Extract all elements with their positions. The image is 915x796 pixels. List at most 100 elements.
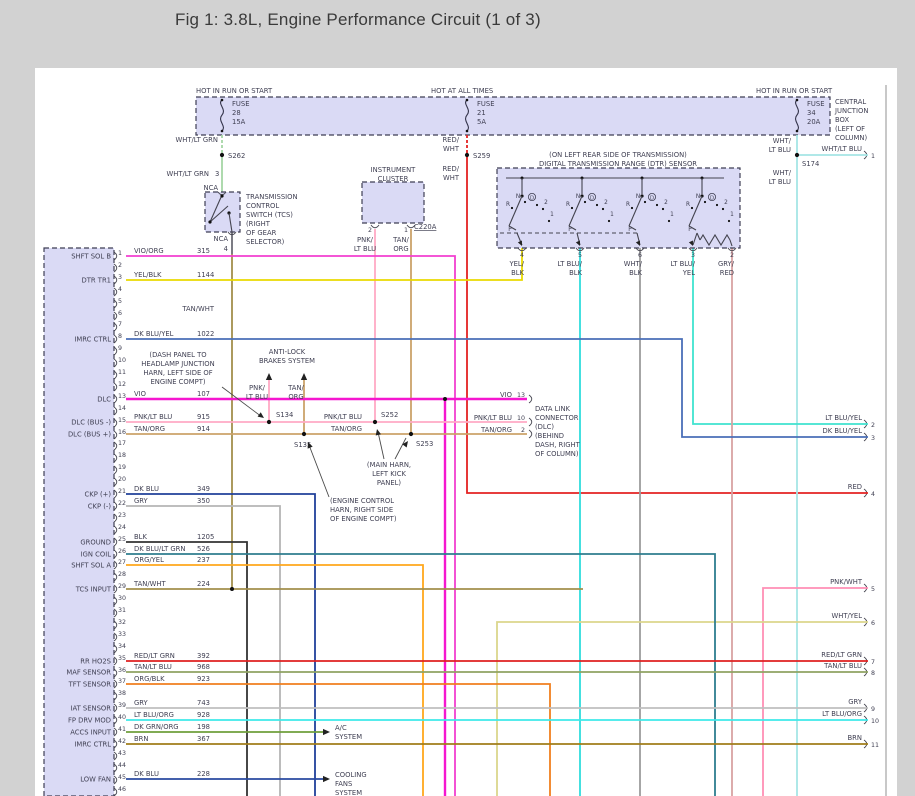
junction-dot: [691, 207, 693, 209]
dtr-wire-label: BLK: [569, 269, 582, 277]
junction-dot: [602, 208, 604, 210]
dtr-position-1: 1: [550, 212, 554, 218]
fuse-label: 28: [232, 109, 241, 117]
connector-pin-number: 34: [118, 643, 126, 650]
diagram-label: PANEL): [377, 479, 401, 487]
connector-pin-number: 41: [118, 726, 126, 733]
diagram-label: (ENGINE CONTROL: [330, 497, 394, 505]
fuse-label: 21: [477, 109, 486, 117]
connector-pin-label: SHFT SOL A: [71, 562, 111, 570]
pin-bracket: [371, 225, 379, 228]
diagram-label: SYSTEM: [335, 733, 362, 741]
diagram-label: WHT/LT GRN: [175, 136, 218, 144]
connector-pin-label: IMRC CTRL: [74, 741, 111, 749]
wire-color-label: DK BLU: [134, 770, 159, 778]
connector-pin-label: FP DRV MOD: [68, 717, 111, 725]
connector-pin-label: TFT SENSOR: [68, 681, 112, 689]
dtr-pin-number: 2: [730, 252, 734, 259]
wire-color-label: TAN/ORG: [133, 425, 165, 433]
junction-dot: [728, 220, 730, 222]
junction-dot: [704, 201, 706, 203]
dtr-position-p: P: [508, 227, 512, 233]
dtr-position-n: N: [576, 194, 580, 200]
circuit-number-label: 228: [197, 770, 210, 778]
tcs-label: CONTROL: [246, 202, 279, 210]
dlc-label: (BEHIND: [535, 432, 564, 440]
power-feed-label: HOT IN RUN OR START: [756, 87, 833, 95]
connector-pin-number: 32: [118, 619, 126, 626]
connector-pin-number: 45: [118, 774, 126, 781]
edge-pin-number: 3: [871, 435, 875, 442]
junction-dot: [267, 420, 271, 424]
edge-pin-number: 8: [871, 670, 875, 677]
circuit-number-label: 392: [197, 652, 210, 660]
pin-bracket: [529, 430, 532, 438]
edge-pin-number: 1: [871, 153, 875, 160]
instrument-cluster-label: INSTRUMENT: [371, 166, 416, 174]
wire-color-label: LT BLU/ORG: [134, 711, 174, 719]
dtr-wire-label: YEL: [682, 269, 695, 277]
dtr-position-p: P: [688, 227, 692, 233]
edge-wire-label: LT BLU/ORG: [822, 710, 862, 718]
dtr-wire-label: LT BLU/: [670, 260, 695, 268]
circuit-number-label: 350: [197, 497, 210, 505]
wire-dk-blu-lt-grn-526: [126, 554, 715, 796]
dtr-wire-label: BLK: [629, 269, 642, 277]
connector-pin-number: 30: [118, 595, 126, 602]
connector-pin-number: 16: [118, 429, 126, 436]
cluster-pin-number: 1: [404, 227, 408, 234]
arrowhead: [266, 373, 272, 380]
wire-color-label: TAN/LT BLU: [133, 663, 172, 671]
connector-pin-label: ACCS INPUT: [70, 729, 112, 737]
edge-wire-label: TAN/LT BLU: [823, 662, 862, 670]
arrowhead: [301, 373, 307, 380]
circuit-number-label: 914: [197, 425, 210, 433]
connector-c220a-label: C220A: [414, 223, 437, 231]
diagram-label: WHT/: [773, 169, 792, 177]
junction-dot: [662, 208, 664, 210]
edge-pin-number: 4: [871, 491, 875, 498]
junction-dot: [220, 194, 223, 197]
connector-pin-label: IGN COIL: [81, 551, 112, 559]
diagram-label: A/C: [335, 724, 347, 732]
edge-wire-label: BRN: [848, 734, 862, 742]
connector-pin-number: 14: [118, 405, 126, 412]
diagram-label: 3: [215, 170, 219, 178]
central-junction-box-label: BOX: [835, 116, 849, 124]
junction-dot: [796, 99, 799, 102]
connector-pin-label: IMRC CTRL: [74, 336, 111, 344]
annotation-leader: [309, 445, 329, 497]
junction-dot: [373, 420, 377, 424]
connector-pin-number: 17: [118, 440, 126, 447]
connector-pin-number: 27: [118, 559, 126, 566]
circuit-number-label: 1022: [197, 330, 214, 338]
connector-pin-number: 24: [118, 524, 126, 531]
connector-pin-number: 44: [118, 762, 126, 769]
fuse-label: 34: [807, 109, 816, 117]
connector-pin-number: 25: [118, 536, 126, 543]
wire-wht-yel: [497, 622, 868, 796]
instrument-cluster-box: [362, 182, 424, 223]
wire-color-label: PNK/LT BLU: [134, 413, 172, 421]
connector-pin-label: DLC (BUS -): [71, 419, 111, 427]
wire-color-label: DK BLU/YEL: [134, 330, 174, 338]
diagram-label: WHT: [443, 145, 460, 153]
wire-color-label: ORG/BLK: [134, 675, 165, 683]
circuit-number-label: 526: [197, 545, 210, 553]
power-feed-label: HOT IN RUN OR START: [196, 87, 273, 95]
fuse-label: FUSE: [477, 100, 495, 108]
arrowhead: [323, 776, 330, 782]
connector-pin-number: 10: [118, 357, 126, 364]
edge-pin-number: 10: [871, 718, 879, 725]
connector-pin-number: 20: [118, 476, 126, 483]
circuit-number-label: 743: [197, 699, 210, 707]
connector-pin-number: 23: [118, 512, 126, 519]
connector-pin-number: 3: [118, 274, 122, 281]
diagram-label: SYSTEM: [335, 789, 362, 796]
dtr-sensor-title: (ON LEFT REAR SIDE OF TRANSMISSION): [549, 151, 687, 159]
wire-color-label: ORG/YEL: [134, 556, 164, 564]
connector-pin-number: 1: [118, 250, 122, 257]
circuit-number-label: 968: [197, 663, 210, 671]
dtr-position-2: 2: [664, 200, 668, 206]
connector-pin-number: 6: [118, 310, 122, 317]
